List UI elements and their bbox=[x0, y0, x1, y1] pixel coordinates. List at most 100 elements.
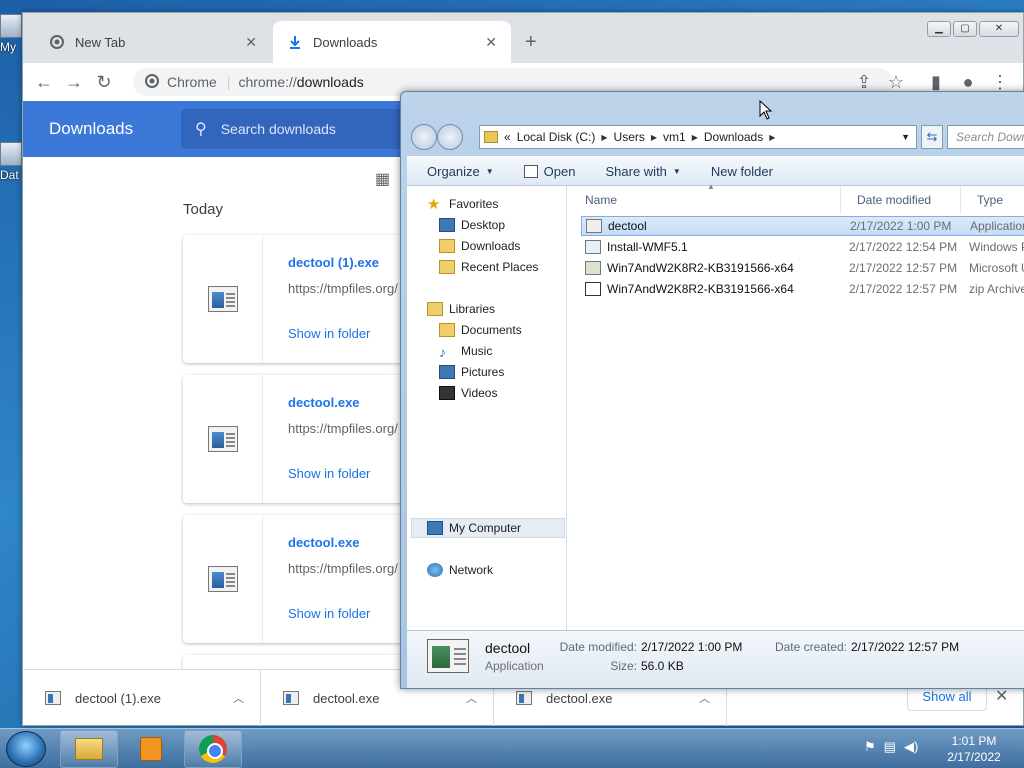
organize-label: Organize bbox=[427, 163, 480, 179]
refresh-icon[interactable]: ⇆ bbox=[921, 125, 943, 149]
new-tab-button[interactable]: + bbox=[525, 31, 537, 54]
column-header-name[interactable]: ▲ Name bbox=[569, 182, 841, 214]
system-tray: ⚑ ▤ ◀) bbox=[864, 739, 918, 755]
file-date: 2/17/2022 1:00 PM bbox=[850, 219, 952, 233]
back-arrow-icon[interactable] bbox=[411, 124, 437, 150]
download-icon bbox=[287, 34, 303, 50]
taskbar-chrome-button[interactable] bbox=[184, 730, 242, 768]
share-icon[interactable]: ⇪ bbox=[849, 72, 879, 93]
explorer-search-input[interactable]: Search Down bbox=[947, 125, 1024, 149]
explorer-window: « Local Disk (C:) ▶ Users ▶ vm1 ▶ Downloads… bbox=[400, 91, 1024, 689]
chrome-icon bbox=[199, 735, 227, 763]
tab-new-tab[interactable]: New Tab ✕ bbox=[35, 21, 271, 63]
reload-icon[interactable]: ↻ bbox=[89, 72, 119, 93]
nav-libraries[interactable]: Libraries bbox=[427, 299, 495, 319]
close-window-button[interactable]: ✕ bbox=[979, 21, 1019, 37]
exe-file-icon bbox=[207, 566, 238, 592]
show-in-folder-link[interactable]: Show in folder bbox=[288, 466, 370, 481]
close-tab-icon[interactable]: ✕ bbox=[485, 34, 497, 51]
taskbar-media-player-button[interactable] bbox=[122, 730, 180, 768]
nav-my-computer[interactable]: My Computer bbox=[427, 518, 521, 538]
show-in-folder-link[interactable]: Show in folder bbox=[288, 326, 370, 341]
breadcrumb-users[interactable]: Users bbox=[614, 130, 645, 144]
menu-icon[interactable]: ⋮ bbox=[985, 72, 1015, 93]
volume-icon[interactable]: ◀) bbox=[904, 739, 918, 755]
breadcrumb-arrow-icon[interactable]: ▶ bbox=[692, 133, 698, 142]
nav-music[interactable]: ♪ Music bbox=[439, 341, 492, 361]
show-in-folder-link[interactable]: Show in folder bbox=[288, 606, 370, 621]
file-row[interactable]: Win7AndW2K8R2-KB3191566-x64 2/17/2022 12… bbox=[581, 279, 1024, 299]
chevron-up-icon[interactable]: ︿ bbox=[466, 690, 477, 706]
download-filename-link[interactable]: dectool (1).exe bbox=[288, 255, 379, 270]
file-row[interactable]: Install-WMF5.1 2/17/2022 12:54 PM Window… bbox=[581, 237, 1024, 257]
download-filename-link[interactable]: dectool.exe bbox=[288, 395, 360, 410]
nav-label: Network bbox=[449, 563, 494, 577]
forward-arrow-icon[interactable]: → bbox=[59, 72, 89, 93]
close-icon[interactable]: ✕ bbox=[995, 686, 1008, 706]
close-tab-icon[interactable]: ✕ bbox=[245, 34, 257, 51]
chevron-up-icon[interactable]: ︿ bbox=[233, 690, 244, 706]
breadcrumb-local-disk[interactable]: Local Disk (C:) bbox=[517, 130, 596, 144]
recent-places-icon bbox=[439, 260, 455, 274]
side-panel-icon[interactable]: ▮ bbox=[921, 72, 951, 93]
nav-favorites[interactable]: ★ Favorites bbox=[427, 194, 498, 214]
share-with-menu[interactable]: Share with ▼ bbox=[605, 164, 680, 179]
dropdown-arrow-icon[interactable]: ▼ bbox=[901, 132, 910, 142]
explorer-address-bar[interactable]: « Local Disk (C:) ▶ Users ▶ vm1 ▶ Downloads… bbox=[479, 125, 917, 149]
network-icon[interactable]: ▤ bbox=[884, 739, 896, 755]
file-row[interactable]: dectool 2/17/2022 1:00 PM Application bbox=[581, 216, 1024, 236]
url-text: chrome://downloads bbox=[238, 74, 363, 90]
nav-videos[interactable]: Videos bbox=[439, 383, 497, 403]
open-button[interactable]: Open bbox=[523, 164, 575, 179]
nav-recent-places[interactable]: Recent Places bbox=[439, 257, 538, 277]
nav-desktop[interactable]: Desktop bbox=[439, 215, 505, 235]
start-button[interactable] bbox=[6, 731, 46, 767]
clock-date: 2/17/2022 bbox=[947, 750, 1001, 764]
folder-icon bbox=[0, 142, 22, 166]
taskbar-explorer-button[interactable] bbox=[60, 730, 118, 768]
breadcrumb-vm1[interactable]: vm1 bbox=[663, 130, 686, 144]
breadcrumb-overflow[interactable]: « bbox=[504, 130, 511, 144]
download-source-url[interactable]: https://tmpfiles.org/ bbox=[288, 421, 398, 436]
site-label: Chrome bbox=[167, 74, 217, 90]
breadcrumb-arrow-icon[interactable]: ▶ bbox=[601, 133, 607, 142]
column-header-date[interactable]: Date modified bbox=[841, 186, 961, 214]
file-row[interactable]: Win7AndW2K8R2-KB3191566-x64 2/17/2022 12… bbox=[581, 258, 1024, 278]
new-folder-button[interactable]: New folder bbox=[711, 164, 773, 179]
column-header-type[interactable]: Type bbox=[961, 186, 1024, 214]
action-center-flag-icon[interactable]: ⚑ bbox=[864, 739, 876, 755]
breadcrumb-downloads[interactable]: Downloads bbox=[704, 130, 763, 144]
nav-network[interactable]: Network bbox=[427, 560, 493, 580]
profile-icon[interactable]: ● bbox=[953, 72, 983, 93]
nav-downloads[interactable]: Downloads bbox=[439, 236, 520, 256]
download-source-url[interactable]: https://tmpfiles.org/ bbox=[288, 281, 398, 296]
breadcrumb-arrow-icon[interactable]: ▶ bbox=[769, 133, 775, 142]
forward-arrow-icon[interactable] bbox=[437, 124, 463, 150]
grid-view-icon[interactable]: ▦ bbox=[375, 169, 390, 189]
nav-pictures[interactable]: Pictures bbox=[439, 362, 504, 382]
details-modified-label: Date modified: bbox=[559, 640, 637, 654]
chevron-up-icon[interactable]: ︿ bbox=[699, 690, 710, 706]
bookmark-star-icon[interactable]: ☆ bbox=[881, 72, 911, 93]
nav-label: Favorites bbox=[449, 197, 499, 211]
details-modified-value: 2/17/2022 1:00 PM bbox=[641, 640, 743, 654]
desktop-icon-data[interactable]: Dat bbox=[0, 142, 22, 182]
download-source-url[interactable]: https://tmpfiles.org/ bbox=[288, 561, 398, 576]
clock[interactable]: 1:01 PM 2/17/2022 bbox=[938, 733, 1010, 765]
back-arrow-icon[interactable]: ← bbox=[29, 72, 59, 93]
desktop-icon-my-computer[interactable]: My bbox=[0, 14, 22, 54]
nav-documents[interactable]: Documents bbox=[439, 320, 522, 340]
maximize-button[interactable]: ▢ bbox=[953, 21, 977, 37]
organize-menu[interactable]: Organize ▼ bbox=[427, 164, 494, 179]
tab-downloads[interactable]: Downloads ✕ bbox=[273, 21, 511, 63]
details-created-value: 2/17/2022 12:57 PM bbox=[851, 640, 960, 654]
file-list: ▲ Name Date modified Type dectool 2/17/20… bbox=[569, 182, 1024, 630]
minimize-button[interactable]: ▁ bbox=[927, 21, 951, 37]
nav-label: Recent Places bbox=[461, 260, 539, 274]
exe-file-icon bbox=[283, 691, 299, 705]
tab-strip: New Tab ✕ Downloads ✕ + ▁ ▢ ✕ bbox=[23, 13, 1023, 63]
download-filename-link[interactable]: dectool.exe bbox=[288, 535, 360, 550]
breadcrumb-arrow-icon[interactable]: ▶ bbox=[651, 133, 657, 142]
shelf-item[interactable]: dectool (1).exe ︿ bbox=[23, 670, 261, 726]
shelf-item-name: dectool (1).exe bbox=[75, 690, 161, 706]
